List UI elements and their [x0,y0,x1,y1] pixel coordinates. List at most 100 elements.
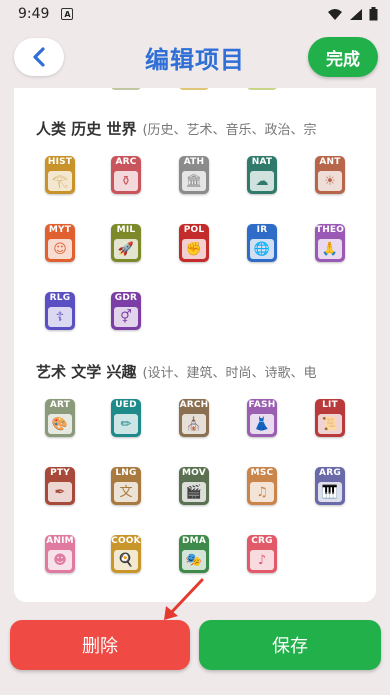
topic-icon-label: LNG [115,468,137,478]
topic-illustration-icon: 🎹 [318,482,342,502]
topic-icon-ant[interactable]: ANT ☀ [315,156,345,194]
delete-button[interactable]: 删除 [10,620,190,670]
topic-icon-label: POL [183,225,205,235]
topic-icon-arch[interactable]: ARCH ⛪ [179,399,209,437]
topic-icon-label: HIST [47,157,73,167]
topic-illustration-icon: 📜 [318,414,342,434]
topic-icon-art[interactable]: ART 🎨 [45,399,75,437]
topic-icon-myt[interactable]: MYT ☺ [45,224,75,262]
topic-illustration-icon: ⛪ [182,414,206,434]
topic-icon-pty[interactable]: PTY ✒ [45,467,75,505]
topic-illustration-icon: 文 [114,482,138,502]
topic-icon-label: ATH [183,157,205,167]
header: 编辑项目 完成 [0,34,390,80]
bottom-bar: 删除 保存 [0,618,390,678]
topic-icon-gdr[interactable]: GDR ⚥ [111,292,141,330]
topic-icon-label: ANT [319,157,341,167]
topic-icon-dma[interactable]: DMA 🎭 [179,535,209,573]
topic-icon-arc[interactable]: ARC ⚱ [111,156,141,194]
topic-icon-lit[interactable]: LIT 📜 [315,399,345,437]
section-subtitle: (历史、艺术、音乐、政治、宗 [142,123,317,138]
battery-icon [369,7,378,21]
topic-illustration-icon: ☁ [250,171,274,191]
topic-icon-hist[interactable]: HIST 𓂀 [45,156,75,194]
topic-illustration-icon: 🌐 [250,239,274,259]
topic-icon-label: RLG [49,293,71,303]
topic-icon-label: FASH [248,400,276,410]
partial-icon [179,88,209,90]
section-heading: 人类 历史 世界 [36,120,137,138]
topic-icon-label: THEO [315,225,345,235]
topic-icon-label: NAT [251,157,273,167]
topic-icon-msc[interactable]: MSC ♫ [247,467,277,505]
topic-icon-ir[interactable]: IR 🌐 [247,224,277,262]
section-heading: 艺术 文学 兴趣 [36,363,137,381]
topic-illustration-icon: 🎭 [182,550,206,570]
topic-icon-label: IR [256,225,268,235]
status-icons [327,7,378,21]
partial-icon [247,88,277,90]
topic-icon-pol[interactable]: POL ✊ [179,224,209,262]
topic-icon-rlg[interactable]: RLG ☦ [45,292,75,330]
topic-illustration-icon: ⚥ [114,307,138,327]
topic-illustration-icon: 🚀 [114,239,138,259]
notification-icon: A [61,8,74,20]
status-bar: 9:49 A [0,0,390,28]
topic-illustration-icon: ♪ [250,550,274,570]
signal-icon [350,8,362,20]
topic-illustration-icon: ✒ [48,482,72,502]
topic-illustration-icon: ☦ [48,307,72,327]
topic-icon-label: MYT [48,225,72,235]
topic-icon-label: ARG [319,468,341,478]
topic-icon-arg[interactable]: ARG 🎹 [315,467,345,505]
topic-icon-ath[interactable]: ATH 🏛 [179,156,209,194]
topic-icon-label: MIL [116,225,136,235]
topic-icon-label: GDR [114,293,138,303]
topic-icon-crg[interactable]: CRG ♪ [247,535,277,573]
topic-illustration-icon: 𓂀 [48,171,72,191]
topic-illustration-icon: ✏ [114,414,138,434]
topic-illustration-icon: 👗 [250,414,274,434]
topic-icon-label: ARC [115,157,137,167]
topic-icon-ued[interactable]: UED ✏ [111,399,141,437]
topic-icon-label: MOV [182,468,206,478]
partial-icon [111,88,141,90]
topic-illustration-icon: ♫ [250,482,274,502]
topic-illustration-icon: ⚱ [114,171,138,191]
wifi-icon [328,8,342,20]
topic-icon-fash[interactable]: FASH 👗 [247,399,277,437]
topic-icon-label: UED [115,400,137,410]
topic-icon-mov[interactable]: MOV 🎬 [179,467,209,505]
topic-icon-label: PTY [50,468,70,478]
topic-icon-label: ARCH [179,400,209,410]
topic-illustration-icon: ☺ [48,239,72,259]
section-subtitle: (设计、建筑、时尚、诗歌、电 [142,366,317,381]
topic-icon-lng[interactable]: LNG 文 [111,467,141,505]
topic-icon-label: LIT [322,400,338,410]
status-time: 9:49 [18,6,50,22]
done-button[interactable]: 完成 [308,37,378,77]
topic-list-card[interactable]: 人类 历史 世界 (历史、艺术、音乐、政治、宗 HIST 𓂀 ARC ⚱ ATH 🏛 NAT ☁… [14,88,376,602]
topic-icon-cook[interactable]: COOK 🍳 [111,535,141,573]
topic-illustration-icon: ☀ [318,171,342,191]
pointer-arrow-icon [164,578,204,620]
topic-icon-theo[interactable]: THEO 🙏 [315,224,345,262]
save-button[interactable]: 保存 [199,620,381,670]
topic-illustration-icon: 🎬 [182,482,206,502]
topic-icon-label: ANIM [46,536,74,546]
topic-illustration-icon: 🍳 [114,550,138,570]
topic-icon-label: CRG [251,536,273,546]
topic-icon-label: DMA [182,536,206,546]
previous-row-partial [14,88,376,94]
section-title: 艺术 文学 兴趣 (设计、建筑、时尚、诗歌、电 [36,361,356,382]
topic-illustration-icon: 🏛 [182,171,206,191]
topic-icon-mil[interactable]: MIL 🚀 [111,224,141,262]
topic-icon-nat[interactable]: NAT ☁ [247,156,277,194]
topic-icon-anim[interactable]: ANIM ☻ [45,535,75,573]
topic-icon-label: COOK [111,536,141,546]
topic-icon-label: ART [49,400,71,410]
topic-icon-label: MSC [250,468,274,478]
topic-illustration-icon: 🙏 [318,239,342,259]
topic-illustration-icon: ✊ [182,239,206,259]
topic-illustration-icon: ☻ [48,550,72,570]
